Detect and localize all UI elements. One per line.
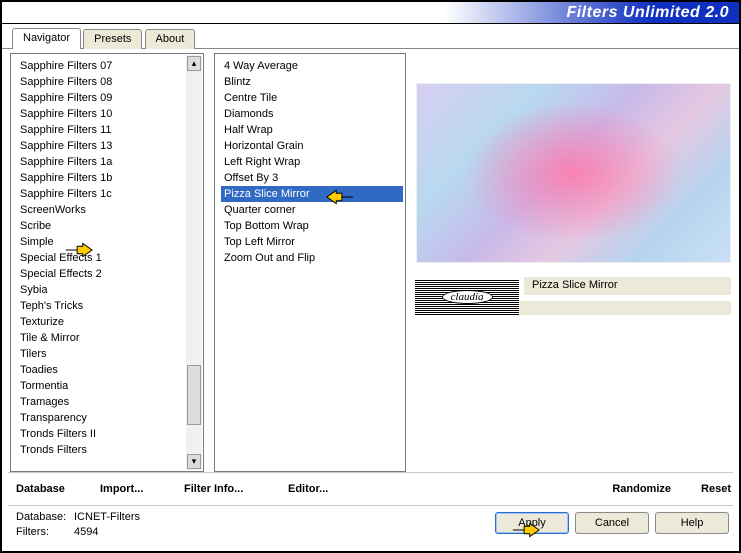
list-item[interactable]: Simple xyxy=(17,234,201,250)
status-db-value: ICNET-Filters xyxy=(74,511,140,523)
list-item[interactable]: Diamonds xyxy=(221,106,403,122)
list-item[interactable]: Top Left Mirror xyxy=(221,234,403,250)
list-item[interactable]: Sapphire Filters 1a xyxy=(17,154,201,170)
tab-navigator[interactable]: Navigator xyxy=(12,28,81,49)
category-scrollbar[interactable]: ▴ ▾ xyxy=(186,55,202,470)
list-item[interactable]: Sapphire Filters 11 xyxy=(17,122,201,138)
tabs-row: Navigator Presets About xyxy=(2,27,739,49)
list-item[interactable]: Offset By 3 xyxy=(221,170,403,186)
list-item[interactable]: Special Effects 2 xyxy=(17,266,201,282)
scroll-thumb[interactable] xyxy=(187,365,201,425)
list-item[interactable]: Special Effects 1 xyxy=(17,250,201,266)
list-item[interactable]: Sapphire Filters 10 xyxy=(17,106,201,122)
parameter-strip xyxy=(416,301,731,315)
list-item[interactable]: Texturize xyxy=(17,314,201,330)
status-text: Database:ICNET-Filters Filters:4594 xyxy=(16,510,495,548)
list-item[interactable]: Sapphire Filters 1c xyxy=(17,186,201,202)
category-column: Sapphire Filters 07Sapphire Filters 08Sa… xyxy=(10,53,204,472)
list-item[interactable]: Top Bottom Wrap xyxy=(221,218,403,234)
status-filters-label: Filters: xyxy=(16,525,74,540)
list-item[interactable]: Sapphire Filters 1b xyxy=(17,170,201,186)
main-area: Sapphire Filters 07Sapphire Filters 08Sa… xyxy=(2,49,739,472)
list-item[interactable]: Sapphire Filters 09 xyxy=(17,90,201,106)
list-item[interactable]: Centre Tile xyxy=(221,90,403,106)
reset-button[interactable]: Reset xyxy=(675,479,731,499)
apply-button[interactable]: Apply xyxy=(495,512,569,534)
help-button[interactable]: Help xyxy=(655,512,729,534)
list-item[interactable]: Teph's Tricks xyxy=(17,298,201,314)
list-item[interactable]: Blintz xyxy=(221,74,403,90)
list-item[interactable]: Tilers xyxy=(17,346,201,362)
list-item[interactable]: Transparency xyxy=(17,410,201,426)
list-item[interactable]: Sybia xyxy=(17,282,201,298)
list-item[interactable]: ScreenWorks xyxy=(17,202,201,218)
editor-button[interactable]: Editor... xyxy=(288,479,368,499)
list-item[interactable]: Sapphire Filters 07 xyxy=(17,58,201,74)
list-item[interactable]: Left Right Wrap xyxy=(221,154,403,170)
list-item[interactable]: Tronds Filters II xyxy=(17,426,201,442)
list-item[interactable]: Tramages xyxy=(17,394,201,410)
scroll-down-icon[interactable]: ▾ xyxy=(187,454,201,469)
cancel-button[interactable]: Cancel xyxy=(575,512,649,534)
window-title: Filters Unlimited 2.0 xyxy=(566,2,729,24)
tab-about[interactable]: About xyxy=(145,29,196,49)
list-item[interactable]: Scribe xyxy=(17,218,201,234)
list-item[interactable]: Tormentia xyxy=(17,378,201,394)
title-bar: Filters Unlimited 2.0 xyxy=(2,2,739,24)
preview-column: Pizza Slice Mirror xyxy=(416,53,731,472)
import-button[interactable]: Import... xyxy=(100,479,180,499)
status-db-label: Database: xyxy=(16,510,74,525)
list-item[interactable]: Tronds Filters xyxy=(17,442,201,458)
list-item[interactable]: Horizontal Grain xyxy=(221,138,403,154)
filter-name-label: Pizza Slice Mirror xyxy=(524,277,731,295)
filter-info-button[interactable]: Filter Info... xyxy=(184,479,284,499)
list-item[interactable]: Sapphire Filters 08 xyxy=(17,74,201,90)
dialog-buttons: Apply Cancel Help xyxy=(495,510,729,548)
preview-image xyxy=(416,83,731,263)
list-item[interactable]: Half Wrap xyxy=(221,122,403,138)
list-item[interactable]: Pizza Slice Mirror xyxy=(221,186,403,202)
tab-presets[interactable]: Presets xyxy=(83,29,142,49)
filter-column: 4 Way AverageBlintzCentre TileDiamondsHa… xyxy=(214,53,406,472)
toolbar: Database Import... Filter Info... Editor… xyxy=(2,473,739,505)
filter-listbox[interactable]: 4 Way AverageBlintzCentre TileDiamondsHa… xyxy=(214,53,406,472)
list-item[interactable]: Quarter corner xyxy=(221,202,403,218)
status-filters-value: 4594 xyxy=(74,526,98,538)
category-listbox[interactable]: Sapphire Filters 07Sapphire Filters 08Sa… xyxy=(10,53,204,472)
database-button[interactable]: Database xyxy=(16,479,96,499)
list-item[interactable]: 4 Way Average xyxy=(221,58,403,74)
status-row: Database:ICNET-Filters Filters:4594 Appl… xyxy=(2,506,739,548)
randomize-button[interactable]: Randomize xyxy=(581,479,671,499)
list-item[interactable]: Zoom Out and Flip xyxy=(221,250,403,266)
scroll-up-icon[interactable]: ▴ xyxy=(187,56,201,71)
list-item[interactable]: Sapphire Filters 13 xyxy=(17,138,201,154)
list-item[interactable]: Toadies xyxy=(17,362,201,378)
list-item[interactable]: Tile & Mirror xyxy=(17,330,201,346)
